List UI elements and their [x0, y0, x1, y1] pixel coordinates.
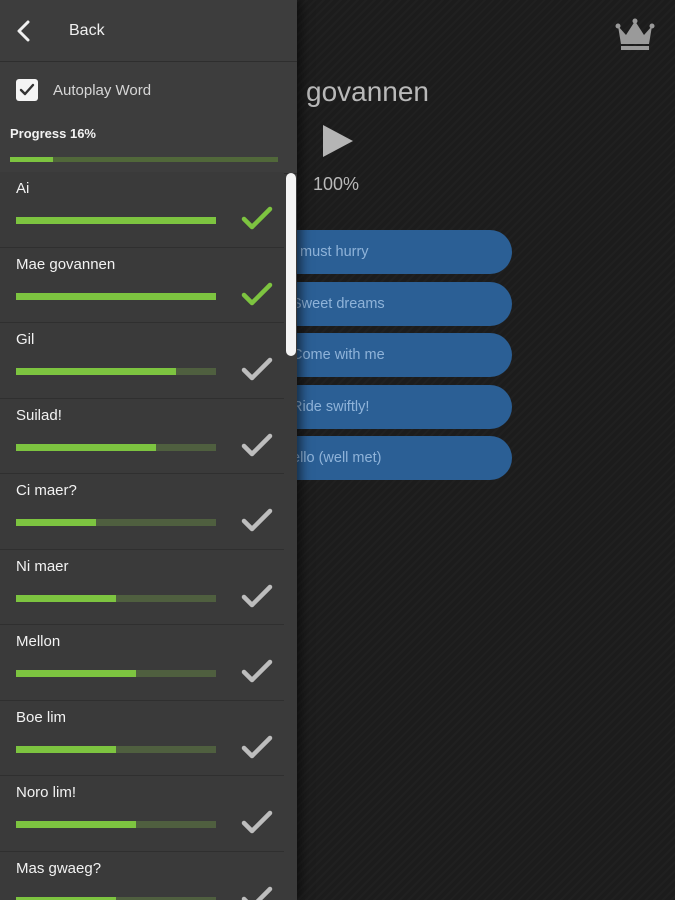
checkmark-icon: [241, 810, 273, 834]
list-item-label: Mae govannen: [16, 255, 116, 273]
list-item-progress-bar: [16, 670, 216, 677]
answer-label: Sweet dreams: [292, 295, 385, 312]
progress-bar-fill: [10, 157, 53, 162]
list-item[interactable]: Ni maer: [0, 549, 284, 625]
list-item-progress-bar: [16, 745, 216, 753]
answer-label: I must hurry: [292, 244, 369, 260]
list-item-label: Suilad!: [16, 406, 62, 424]
word-list[interactable]: Ai Mae govannen Gil Suilad! Ci maer? Ni maer M…: [0, 172, 284, 900]
list-item-progress-fill: [16, 821, 136, 828]
autoplay-option: Autoplay Word: [0, 62, 297, 118]
list-item[interactable]: Noro lim!: [0, 776, 284, 852]
list-item-progress-fill: [16, 519, 96, 526]
progress-label: Progress 16%: [10, 126, 96, 141]
checkmark-icon: [241, 206, 273, 230]
list-item-progress-bar: [16, 821, 216, 828]
list-item-progress-fill: [16, 292, 216, 300]
list-item-label: Ci maer?: [16, 482, 77, 499]
list-item-label: Mas gwaeg?: [16, 859, 102, 877]
list-item[interactable]: Ci maer?: [0, 474, 284, 550]
checkmark-icon: [241, 735, 273, 758]
list-item-label: Ni maer: [16, 557, 69, 575]
checkmark-icon: [241, 584, 273, 607]
list-item-progress-fill: [16, 670, 136, 677]
list-item[interactable]: Ai: [0, 172, 284, 248]
list-item-label: Mellon: [16, 633, 61, 650]
answer-label: ello (well met): [292, 450, 382, 466]
list-item[interactable]: Boe lim: [0, 700, 284, 776]
list-item-label: Ai: [16, 180, 30, 197]
checkmark-icon: [241, 508, 273, 532]
checkmark-icon: [241, 886, 273, 900]
list-item[interactable]: Mae govannen: [0, 247, 284, 323]
crown-icon[interactable]: [615, 18, 655, 52]
list-item-progress-fill: [16, 594, 116, 602]
overall-progress: Progress 16%: [0, 118, 297, 174]
list-item-progress-fill: [16, 368, 176, 375]
drawer-header: Back: [0, 0, 297, 62]
list-item-label: Gil: [16, 331, 35, 348]
list-item[interactable]: Mellon: [0, 625, 284, 701]
autoplay-label: Autoplay Word: [53, 81, 152, 99]
play-percent: 100%: [313, 174, 360, 194]
list-item-progress-fill: [16, 745, 116, 753]
list-item[interactable]: Mas gwaeg?: [0, 851, 284, 900]
checkmark-icon: [241, 433, 273, 456]
word-title: govannen: [306, 76, 430, 107]
list-item-progress-bar: [16, 368, 216, 375]
answer-label: Ride swiftly!: [292, 398, 370, 415]
checkmark-icon: [19, 83, 35, 96]
list-item-progress-bar: [16, 217, 216, 224]
list-item-progress-bar: [16, 896, 216, 900]
list-item[interactable]: Suilad!: [0, 398, 284, 474]
list-item-progress-bar: [16, 519, 216, 526]
list-item[interactable]: Gil: [0, 323, 284, 399]
chevron-left-icon[interactable]: [14, 20, 34, 42]
list-item-progress-fill: [16, 896, 116, 900]
autoplay-checkbox[interactable]: [16, 79, 38, 101]
list-item-progress-fill: [16, 217, 216, 224]
list-item-label: Boe lim: [16, 708, 67, 726]
list-item-progress-bar: [16, 443, 216, 451]
list-item-progress-fill: [16, 443, 156, 451]
side-drawer: Back Autoplay Word Progress 16% Ai Mae go…: [0, 0, 297, 900]
list-item-label: Noro lim!: [16, 784, 77, 801]
back-button[interactable]: Back: [69, 22, 105, 40]
checkmark-icon: [241, 357, 273, 381]
checkmark-icon: [241, 282, 273, 305]
checkmark-icon: [241, 659, 273, 683]
scrollbar[interactable]: [286, 173, 296, 356]
list-item-progress-bar: [16, 594, 216, 602]
progress-bar: [10, 157, 278, 162]
list-item-progress-bar: [16, 292, 216, 300]
play-icon[interactable]: [321, 123, 355, 159]
answer-label: Come with me: [292, 347, 385, 363]
